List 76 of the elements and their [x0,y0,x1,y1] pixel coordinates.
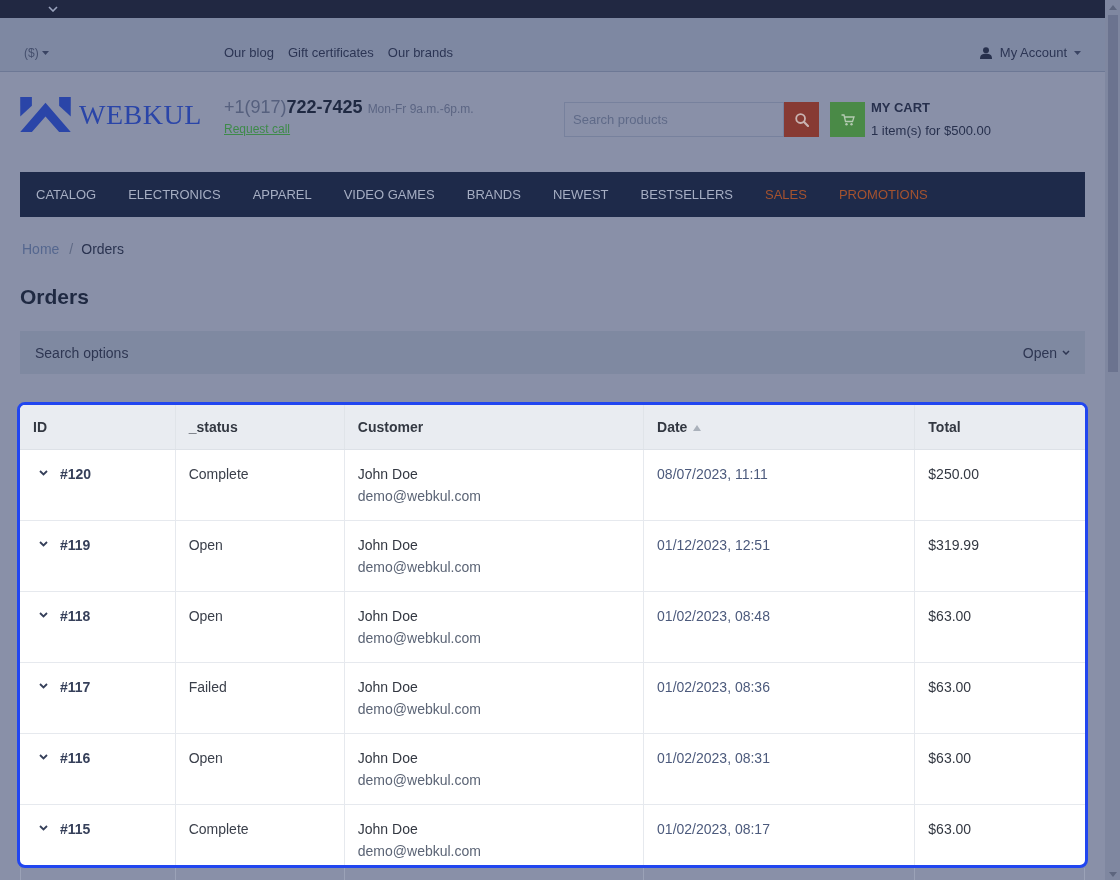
search-options-label: Search options [35,344,129,361]
breadcrumb-current: Orders [81,240,125,258]
menu-item[interactable]: APPAREL [236,185,328,204]
customer-email: demo@webkul.com [357,770,481,790]
customer-name: John Doe [357,677,418,697]
menu-item[interactable]: CATALOG [20,185,113,204]
chevron-down-icon[interactable] [39,540,48,547]
customer-name: John Doe [357,819,418,839]
order-total: $63.00 [928,820,972,837]
cart-icon [840,113,855,126]
cart-title: MY CART [871,100,930,116]
menu-item[interactable]: BESTSELLERS [624,185,750,204]
customer-name: John Doe [357,464,418,484]
column-header[interactable]: Total [914,405,1085,449]
customer-email: demo@webkul.com [357,557,481,577]
open-toggle[interactable]: Open [1022,344,1070,361]
chevron-down-icon[interactable] [39,611,48,618]
column-header[interactable]: ID [20,405,176,449]
user-icon [979,47,992,59]
search-icon [794,112,809,127]
column-header[interactable]: Customer [344,405,644,449]
customer-email: demo@webkul.com [357,841,481,861]
order-status: Open [188,607,223,624]
customer-email: demo@webkul.com [357,628,481,648]
top-link[interactable]: Our brands [387,44,453,62]
customer-email: demo@webkul.com [357,699,481,719]
top-link[interactable]: Gift certificates [287,44,374,62]
order-total: $63.00 [928,678,972,695]
order-date: 01/02/2023, 08:17 [657,820,770,837]
menu-item[interactable]: NEWEST [536,185,625,204]
order-total: $250.00 [928,465,979,482]
column-header[interactable]: Date [643,405,915,449]
search-button[interactable] [784,102,819,137]
chevron-down-icon[interactable] [39,753,48,760]
caret-icon [41,51,49,55]
order-number: #119 [59,536,91,553]
menu-item[interactable]: VIDEO GAMES [327,185,451,204]
order-status: Failed [188,678,227,695]
column-header[interactable]: _status [175,405,345,449]
order-date: 01/02/2023, 08:36 [657,678,770,695]
menu-item[interactable]: ELECTRONICS [112,185,237,204]
customer-email: demo@webkul.com [357,486,481,506]
caret-icon [1074,51,1081,55]
order-total: $319.99 [928,536,979,553]
order-number: #118 [59,607,91,624]
order-date: 01/02/2023, 08:31 [657,749,770,766]
chevron-down-icon [1062,350,1070,355]
cart-summary: 1 item(s) for $500.00 [871,123,991,139]
breadcrumb-separator: / [69,240,74,258]
customer-name: John Doe [357,535,418,555]
phone-number: +1(917)722-7425 [224,97,363,117]
customer-name: John Doe [357,606,418,626]
order-status: Complete [188,465,249,482]
order-total: $63.00 [928,607,972,624]
top-link[interactable]: Our blog [224,44,274,62]
scrollbar-track[interactable] [1105,0,1120,880]
menu-item[interactable]: BRANDS [450,185,537,204]
order-number: #120 [59,465,92,482]
my-account-dropdown[interactable]: My Account [979,44,1081,62]
order-date: 01/12/2023, 12:51 [657,536,770,553]
chevron-down-icon[interactable] [39,469,48,476]
order-status: Open [188,536,223,553]
chevron-down-icon[interactable] [39,824,48,831]
order-date: 01/02/2023, 08:48 [657,607,770,624]
chevron-down-icon[interactable] [39,682,48,689]
order-number: #117 [59,678,91,695]
order-number: #115 [59,820,91,837]
order-date: 08/07/2023, 11:11 [657,465,768,482]
order-status: Open [188,749,223,766]
chevron-down-icon[interactable] [48,6,58,12]
customer-name: John Doe [357,748,418,768]
logo-icon [20,97,71,132]
order-status: Complete [188,820,249,837]
order-total: $63.00 [928,749,972,766]
page-title: Orders [20,284,90,310]
order-number: #116 [59,749,91,766]
